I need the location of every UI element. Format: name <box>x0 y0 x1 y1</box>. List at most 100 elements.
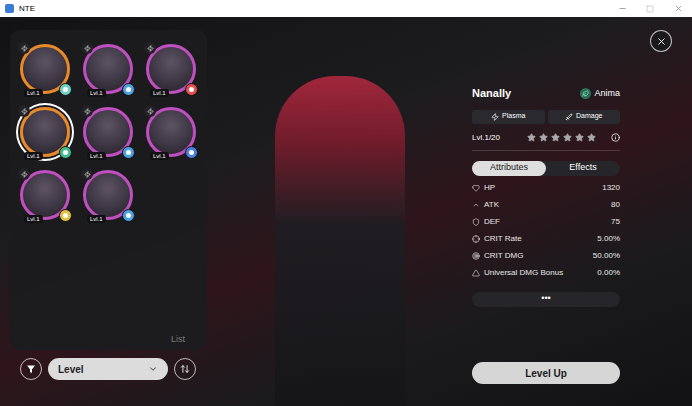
level-label: Lvl.1 <box>24 89 43 97</box>
bolt-icon <box>147 108 154 115</box>
attribute-list: HP1320ATK80DEF75CRIT Rate5.00%CRIT DMG50… <box>472 180 620 282</box>
bolt-icon <box>84 171 91 178</box>
info-column: Nanally Anima PlasmaDamage Lvl.1/20 Attribut… <box>472 17 620 406</box>
minimize-button[interactable] <box>608 0 636 17</box>
tag-row: PlasmaDamage <box>472 110 620 124</box>
type-badge <box>81 105 93 117</box>
anima-icon <box>582 90 589 97</box>
element-dot <box>189 87 194 92</box>
star-icon <box>575 133 584 142</box>
close-button[interactable] <box>650 30 672 52</box>
tab[interactable]: Effects <box>546 161 620 176</box>
element-badge <box>59 83 72 96</box>
element-dot <box>189 150 194 155</box>
bolt-icon <box>147 45 154 52</box>
tab-bar: AttributesEffects <box>472 161 620 176</box>
character-portrait[interactable]: Lvl.1 <box>83 107 133 157</box>
attribute-icon <box>472 235 480 243</box>
character-portrait[interactable]: Lvl.1 <box>20 44 70 94</box>
close-icon <box>674 4 683 13</box>
sort-order-button[interactable] <box>174 358 196 380</box>
character-info: Nanally Anima PlasmaDamage Lvl.1/20 Attribut… <box>472 85 620 307</box>
bolt-icon <box>84 45 91 52</box>
model-stage <box>207 17 472 406</box>
tab[interactable]: Attributes <box>472 161 546 176</box>
star-icon <box>563 133 572 142</box>
attribute-icon <box>472 184 480 192</box>
filter-button[interactable] <box>20 358 42 380</box>
level-row: Lvl.1/20 <box>472 132 620 151</box>
app-window: NTELvl.1Lvl.1Lvl.1Lvl.1Lvl.1Lvl.1Lvl.1Lv… <box>0 0 692 406</box>
window-close-button[interactable] <box>664 0 692 17</box>
type-badge <box>18 105 30 117</box>
close-x-icon <box>656 36 667 47</box>
level-label: Lvl.1 <box>150 89 169 97</box>
attribute-row: CRIT Rate5.00% <box>472 231 620 248</box>
filter-icon <box>26 364 36 374</box>
element-badge <box>122 83 135 96</box>
attribute-icon <box>472 201 480 209</box>
element-dot <box>63 213 68 218</box>
type-badge <box>144 105 156 117</box>
chevron-down-icon <box>148 364 158 374</box>
element-badge <box>185 83 198 96</box>
element-badge <box>122 209 135 222</box>
bolt-icon <box>21 108 28 115</box>
maximize-icon <box>646 5 654 13</box>
sort-controls: Level <box>10 358 207 380</box>
roster-column: Lvl.1Lvl.1Lvl.1Lvl.1Lvl.1Lvl.1Lvl.1Lvl.1… <box>0 17 207 406</box>
level-label: Lvl.1 <box>24 215 43 223</box>
character-model <box>275 76 405 406</box>
type-badge <box>144 42 156 54</box>
star-icon <box>539 133 548 142</box>
character-portrait[interactable]: Lvl.1 <box>20 170 70 220</box>
character-portrait[interactable]: Lvl.1 <box>20 107 70 157</box>
title-bar: NTE <box>0 0 692 17</box>
type-badge <box>18 42 30 54</box>
character-grid: Lvl.1 Lvl.1 Lvl.1 Lvl.1 Lvl.1 Lvl.1 Lvl.1 Lvl.1 <box>10 30 207 220</box>
element-dot <box>63 87 68 92</box>
minimize-icon <box>618 4 627 13</box>
tag-pill: Damage <box>548 110 621 124</box>
close-column <box>620 17 692 406</box>
star-icon <box>551 133 560 142</box>
character-portrait[interactable]: Lvl.1 <box>146 107 196 157</box>
level-text: Lvl.1/20 <box>472 132 512 144</box>
tag-pill: Plasma <box>472 110 545 124</box>
character-name: Nanally <box>472 85 511 102</box>
tag-icon <box>491 113 499 121</box>
character-portrait[interactable]: Lvl.1 <box>83 170 133 220</box>
attribute-row: ATK80 <box>472 197 620 214</box>
element-dot <box>126 150 131 155</box>
more-button[interactable]: ••• <box>472 292 620 307</box>
bolt-icon <box>84 108 91 115</box>
attribute-row: DEF75 <box>472 214 620 231</box>
character-portrait[interactable]: Lvl.1 <box>146 44 196 94</box>
attribute-row: HP1320 <box>472 180 620 197</box>
attribute-icon <box>472 218 480 226</box>
attribute-label: Anima <box>594 87 620 101</box>
element-badge <box>59 146 72 159</box>
info-icon[interactable] <box>611 133 620 142</box>
element-dot <box>126 213 131 218</box>
list-label: List <box>171 333 185 347</box>
attribute-row: CRIT DMG50.00% <box>472 248 620 265</box>
type-badge <box>81 168 93 180</box>
attribute-icon <box>472 252 480 260</box>
star-icon <box>527 133 536 142</box>
element-badge <box>122 146 135 159</box>
window-title: NTE <box>19 5 35 13</box>
sort-dropdown[interactable]: Level <box>48 358 168 380</box>
type-badge <box>81 42 93 54</box>
character-portrait[interactable]: Lvl.1 <box>83 44 133 94</box>
tag-icon <box>565 113 573 121</box>
roster-panel: Lvl.1Lvl.1Lvl.1Lvl.1Lvl.1Lvl.1Lvl.1Lvl.1… <box>10 30 207 350</box>
level-label: Lvl.1 <box>87 89 106 97</box>
type-badge <box>18 168 30 180</box>
maximize-button[interactable] <box>636 0 664 17</box>
level-label: Lvl.1 <box>150 152 169 160</box>
sort-field: Level <box>58 362 84 377</box>
element-dot <box>126 87 131 92</box>
level-label: Lvl.1 <box>24 152 43 160</box>
level-up-button[interactable]: Level Up <box>472 362 620 384</box>
